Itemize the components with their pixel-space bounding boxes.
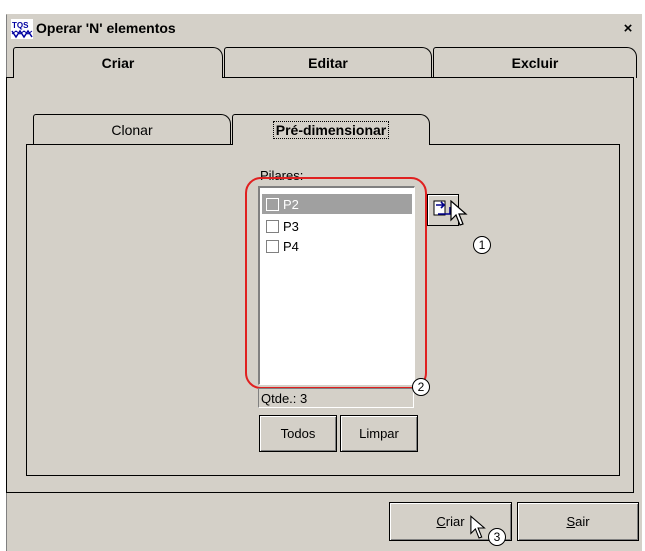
tab-editar[interactable]: Editar bbox=[224, 47, 432, 78]
highlight-frame bbox=[245, 177, 427, 389]
sair-button[interactable]: Sair bbox=[517, 502, 639, 541]
tqs-app-icon: TQS bbox=[11, 19, 33, 39]
todos-button[interactable]: Todos bbox=[259, 415, 337, 452]
step-3-marker: 3 bbox=[488, 528, 506, 546]
window-title: Operar 'N' elementos bbox=[36, 20, 176, 36]
close-icon: × bbox=[623, 19, 633, 37]
close-button[interactable]: × bbox=[619, 19, 637, 37]
title-bar: TQS Operar 'N' elementos × bbox=[7, 15, 642, 43]
tab-criar-label: Criar bbox=[101, 55, 135, 71]
qtde-field: Qtde.: 3 bbox=[258, 388, 414, 408]
tab-excluir[interactable]: Excluir bbox=[433, 47, 637, 78]
tab-excluir-label: Excluir bbox=[511, 55, 559, 71]
mouse-cursor-icon bbox=[450, 200, 468, 226]
limpar-button[interactable]: Limpar bbox=[340, 415, 418, 452]
tab-clonar[interactable]: Clonar bbox=[33, 114, 231, 145]
tab-pre-dimensionar-label: Pré-dimensionar bbox=[272, 121, 390, 139]
svg-text:TQS: TQS bbox=[12, 21, 29, 30]
tab-criar[interactable]: Criar bbox=[13, 47, 223, 78]
tab-clonar-label: Clonar bbox=[111, 122, 153, 138]
step-1-marker: 1 bbox=[473, 236, 491, 254]
step-2-marker: 2 bbox=[412, 378, 430, 396]
tab-editar-label: Editar bbox=[308, 55, 348, 71]
mouse-cursor-icon bbox=[470, 515, 486, 539]
tab-pre-dimensionar[interactable]: Pré-dimensionar bbox=[232, 114, 430, 145]
